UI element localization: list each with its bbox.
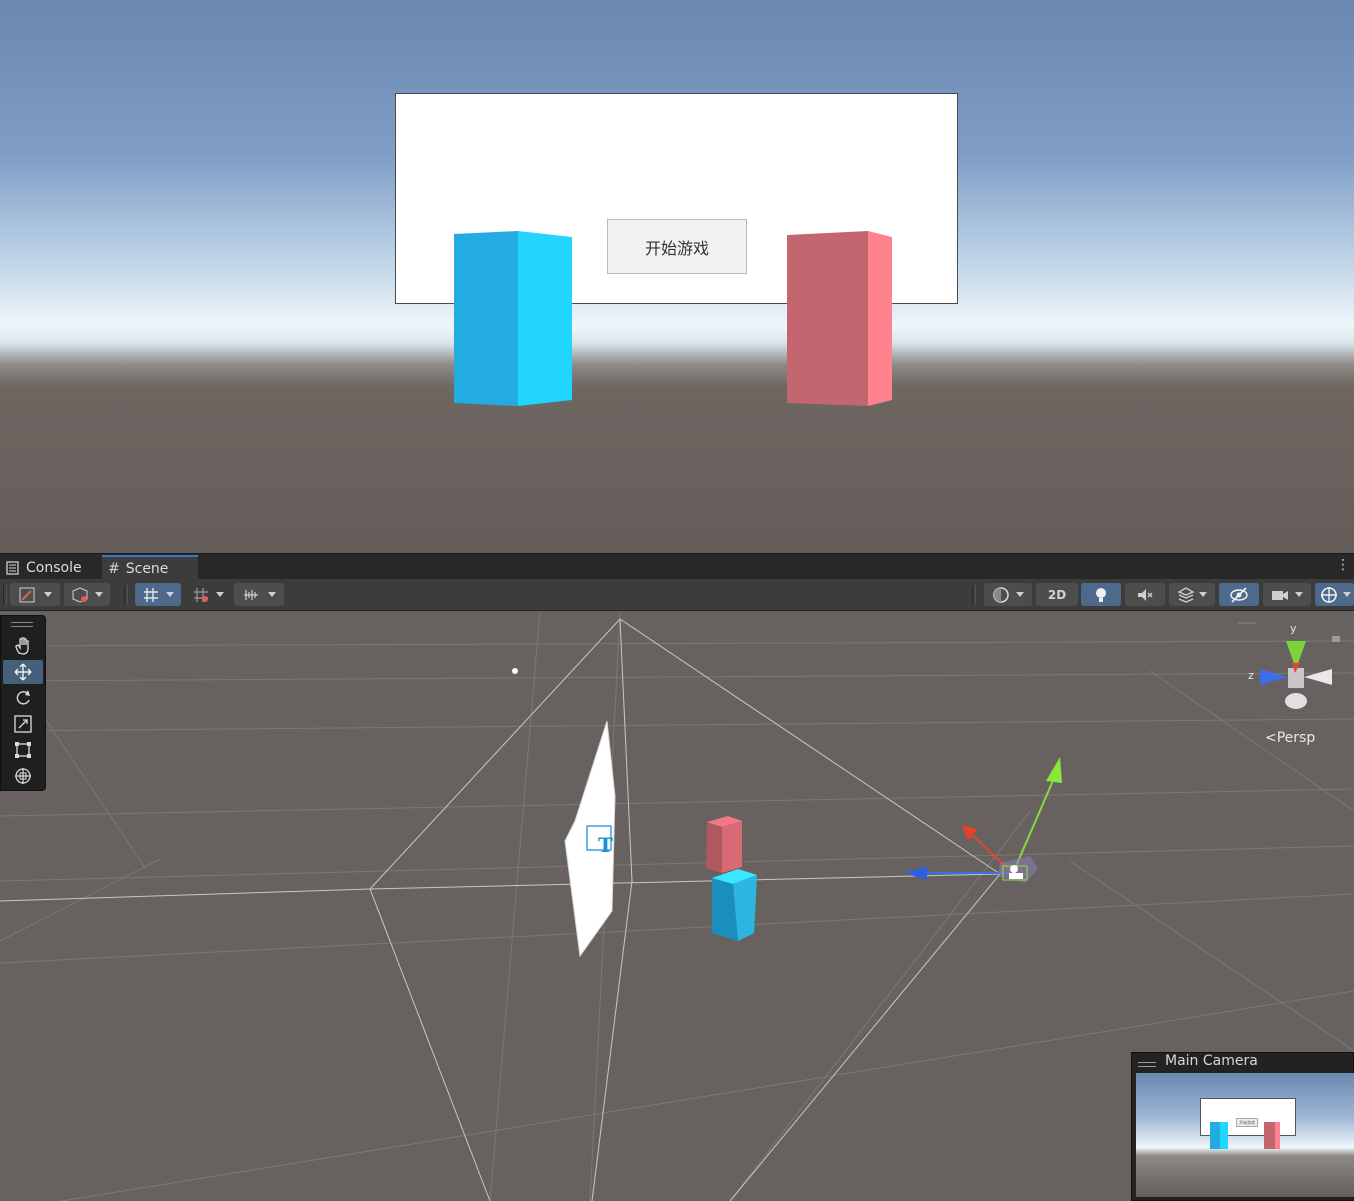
panel-handle[interactable] bbox=[11, 622, 33, 627]
preview-start-button: 开始游戏 bbox=[1236, 1118, 1258, 1127]
scene-grid-icon: # bbox=[108, 560, 120, 577]
move-tool-button[interactable] bbox=[3, 660, 43, 684]
gizmos-icon bbox=[1321, 586, 1337, 603]
increment-snap-dropdown[interactable] bbox=[186, 583, 230, 606]
camera-gizmo-icon bbox=[1009, 873, 1023, 879]
toolbar-separator bbox=[972, 585, 976, 605]
rect-tool-icon bbox=[15, 742, 31, 758]
render-mode-dropdown[interactable] bbox=[64, 583, 110, 606]
camera-preview-handle[interactable] bbox=[1138, 1062, 1156, 1067]
tools-overlay bbox=[0, 615, 46, 791]
rotate-tool-icon bbox=[16, 690, 30, 705]
tab-menu-button[interactable]: ⋮ bbox=[1336, 557, 1350, 573]
persp-label: Persp bbox=[1276, 730, 1316, 746]
text-gizmo-label: T bbox=[598, 833, 613, 857]
increment-snap-icon bbox=[194, 587, 208, 602]
cyan-cube-scene bbox=[712, 869, 757, 941]
move-tool-icon bbox=[14, 663, 32, 681]
rotate-tool-button[interactable] bbox=[3, 686, 43, 710]
grid-snap-toggle[interactable] bbox=[135, 583, 181, 606]
transform-tool-icon bbox=[15, 768, 31, 784]
tab-scene[interactable]: # Scene bbox=[102, 555, 198, 580]
cyan-cube bbox=[454, 231, 572, 406]
pink-cube-scene bbox=[706, 816, 742, 873]
game-view: 开始游戏 bbox=[0, 0, 1354, 553]
console-icon bbox=[6, 560, 19, 575]
scale-tool-icon bbox=[14, 715, 32, 733]
camera-preview-view: 开始游戏 bbox=[1136, 1073, 1354, 1197]
orientation-gizmo bbox=[1238, 622, 1340, 709]
shading-mode-icon bbox=[993, 586, 1009, 603]
grid-snap-icon bbox=[144, 587, 158, 602]
toolbar-separator bbox=[124, 585, 128, 605]
audio-mute-icon bbox=[1138, 588, 1153, 601]
camera-preview-title: Main Camera bbox=[1165, 1053, 1258, 1069]
toolbar-separator bbox=[3, 585, 7, 605]
light-gizmo-dot bbox=[512, 668, 518, 674]
effects-dropdown[interactable] bbox=[1169, 583, 1215, 606]
tab-scene-label: Scene bbox=[125, 560, 169, 577]
lighting-toggle[interactable] bbox=[1081, 583, 1121, 606]
scene-visibility-toggle[interactable] bbox=[1219, 583, 1259, 606]
hand-tool-icon bbox=[15, 637, 29, 655]
lighting-icon bbox=[1096, 587, 1106, 602]
audio-toggle[interactable] bbox=[1125, 583, 1165, 606]
scale-tool-button[interactable] bbox=[3, 712, 43, 736]
axis-z-label: z bbox=[1248, 669, 1254, 682]
axis-y-label: y bbox=[1290, 622, 1297, 635]
start-game-button[interactable]: 开始游戏 bbox=[607, 219, 747, 274]
visibility-icon bbox=[1230, 586, 1248, 603]
pink-cube bbox=[787, 231, 892, 406]
gizmos-dropdown[interactable] bbox=[1315, 583, 1354, 606]
preview-pink-cube bbox=[1264, 1122, 1280, 1149]
move-gizmo bbox=[905, 757, 1062, 883]
effects-icon bbox=[1177, 586, 1195, 603]
2d-toggle[interactable]: 2D bbox=[1036, 583, 1078, 606]
render-cube-icon bbox=[72, 586, 88, 603]
camera-settings-dropdown[interactable] bbox=[1263, 583, 1311, 606]
tab-console-label: Console bbox=[26, 559, 82, 576]
editor-tab-bar: Console # Scene ⋮ bbox=[0, 553, 1354, 580]
hand-tool-button[interactable] bbox=[3, 634, 43, 658]
ruler-icon bbox=[244, 589, 258, 600]
transform-tool-button[interactable] bbox=[3, 764, 43, 788]
rect-tool-button[interactable] bbox=[3, 738, 43, 762]
scene-toolbar: 2D bbox=[0, 579, 1354, 611]
shading-mode-dropdown[interactable] bbox=[984, 583, 1032, 606]
draw-mode-dropdown[interactable] bbox=[10, 583, 60, 606]
ruler-dropdown[interactable] bbox=[234, 583, 284, 606]
camera-icon bbox=[1272, 590, 1288, 600]
persp-arrow-icon: < bbox=[1265, 730, 1277, 746]
tab-console[interactable]: Console bbox=[0, 555, 100, 580]
projection-toggle[interactable]: <Persp bbox=[1265, 730, 1315, 746]
preview-cyan-cube bbox=[1210, 1122, 1228, 1149]
draw-mode-icon bbox=[19, 587, 35, 602]
